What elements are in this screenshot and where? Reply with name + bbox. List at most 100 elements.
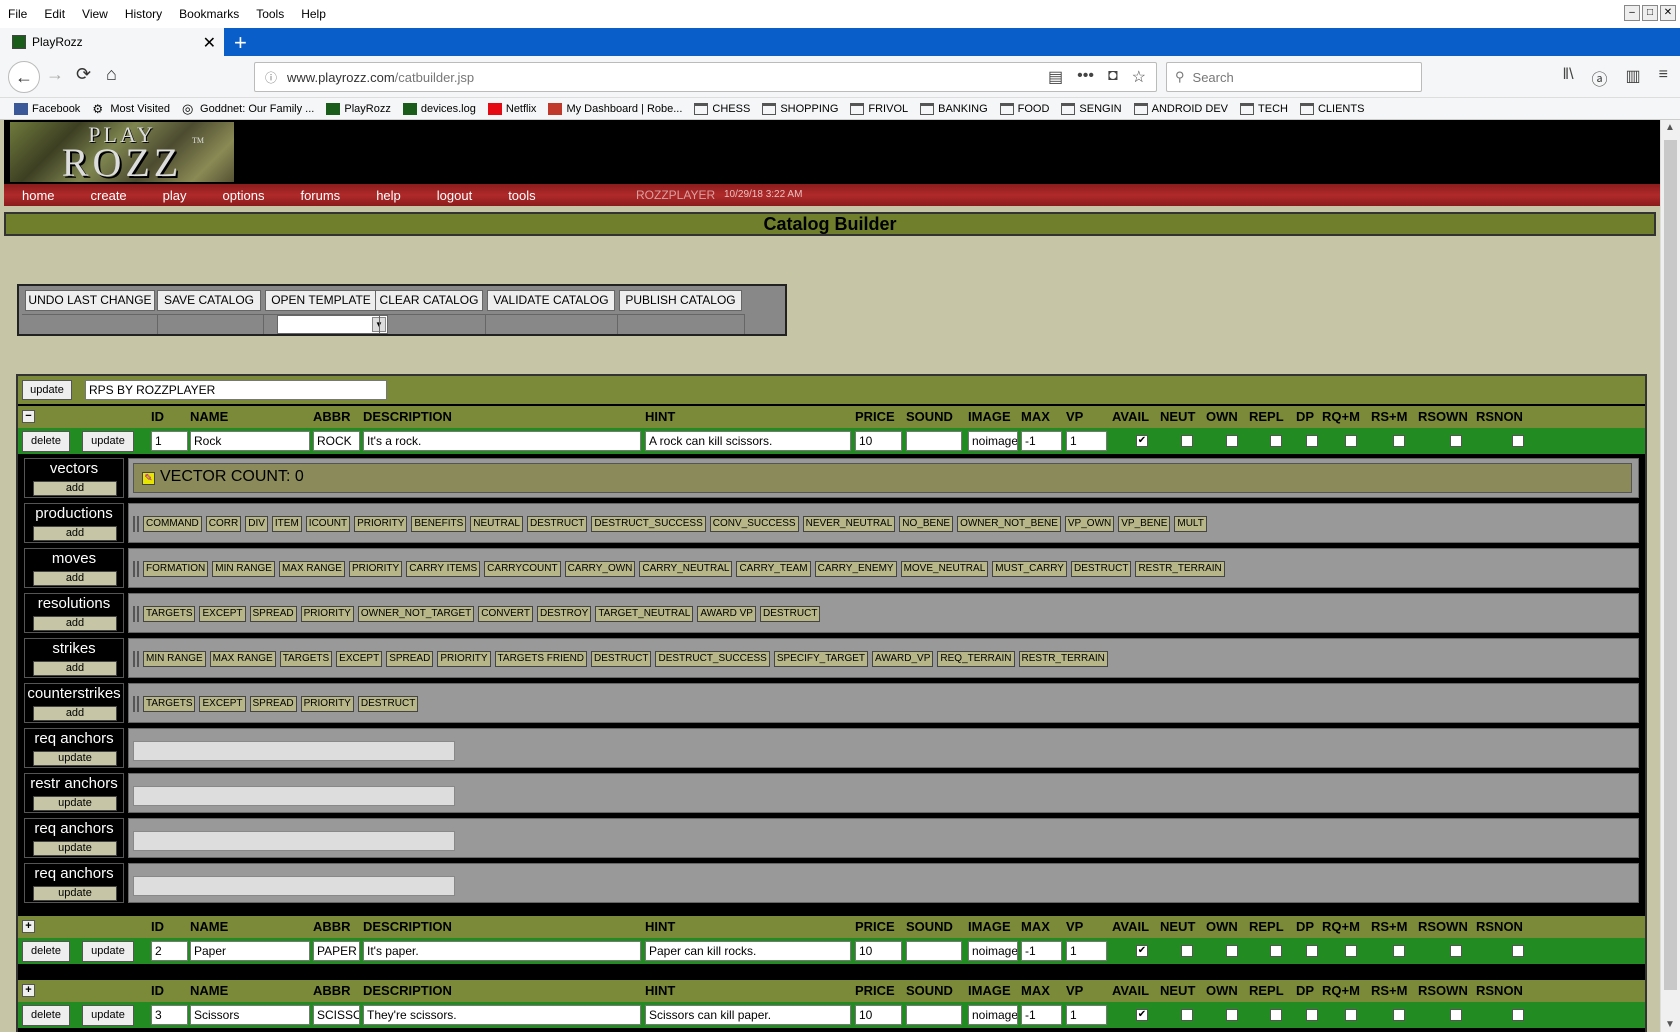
info-icon[interactable]: ⓘ [265, 69, 277, 86]
rsown-checkbox[interactable] [1450, 1009, 1462, 1021]
tag-priority[interactable]: PRIORITY [437, 651, 491, 667]
add-button[interactable]: add [33, 526, 117, 541]
abbr-input[interactable]: PAPER [313, 941, 360, 961]
catalog-name-input[interactable]: RPS BY ROZZPLAYER [85, 380, 387, 400]
bookmark-4[interactable]: devices.log [402, 102, 476, 115]
nav-logout[interactable]: logout [437, 188, 472, 203]
description-input[interactable]: They're scissors. [363, 1005, 641, 1025]
url-bar[interactable]: ⓘ www.playrozz.com/catbuilder.jsp ▤ ••• … [254, 62, 1157, 92]
max-input[interactable]: -1 [1021, 941, 1062, 961]
rq+m-checkbox[interactable] [1345, 1009, 1357, 1021]
vector-icon[interactable]: ✎ [142, 472, 155, 485]
bookmark-12[interactable]: SENGIN [1061, 102, 1122, 115]
bookmark-1[interactable]: ⚙ Most Visited [92, 103, 170, 115]
close-tab-icon[interactable]: ✕ [203, 33, 216, 53]
validate-catalog-button[interactable]: VALIDATE CATALOG [487, 290, 615, 311]
tag-move-neutral[interactable]: MOVE_NEUTRAL [900, 561, 989, 577]
update-button[interactable]: update [33, 796, 117, 811]
nav-tools[interactable]: tools [508, 188, 535, 203]
abbr-input[interactable]: SCISSO [313, 1005, 360, 1025]
dp-checkbox[interactable] [1306, 435, 1318, 447]
tag-targets[interactable]: TARGETS [279, 651, 333, 667]
tag-targets[interactable]: TARGETS [143, 606, 196, 622]
update-button[interactable]: update [33, 841, 117, 856]
tag-destroy[interactable]: DESTROY [536, 606, 592, 622]
tag-convert[interactable]: CONVERT [478, 606, 533, 622]
tag-neutral[interactable]: NEUTRAL [470, 516, 523, 532]
add-button[interactable]: add [33, 481, 117, 496]
id-input[interactable]: 1 [151, 431, 188, 451]
tag-destruct[interactable]: DESTRUCT [1070, 561, 1132, 577]
tag-destruct[interactable]: DESTRUCT [526, 516, 588, 532]
description-input[interactable]: It's a rock. [363, 431, 641, 451]
anchor-input[interactable] [133, 876, 455, 896]
avail-checkbox[interactable]: ✔ [1136, 945, 1148, 957]
neut-checkbox[interactable] [1181, 435, 1193, 447]
abbr-input[interactable]: ROCK [313, 431, 360, 451]
bookmark-7[interactable]: CHESS [694, 102, 750, 115]
update-button[interactable]: update [82, 941, 134, 962]
tag-carry-own[interactable]: CARRY_OWN [564, 561, 636, 577]
drag-handle-icon[interactable] [133, 516, 139, 532]
more-icon[interactable]: ••• [1077, 67, 1094, 87]
save-catalog-button[interactable]: SAVE CATALOG [157, 290, 261, 311]
undo-last-change-button[interactable]: UNDO LAST CHANGE [25, 290, 155, 311]
rsown-checkbox[interactable] [1450, 435, 1462, 447]
back-icon[interactable]: ← [8, 61, 40, 93]
expand-icon[interactable]: + [22, 920, 35, 933]
tag-owner-not-bene[interactable]: OWNER_NOT_BENE [957, 516, 1061, 532]
tag-priority[interactable]: PRIORITY [300, 606, 354, 622]
drag-handle-icon[interactable] [133, 651, 139, 667]
tag-never-neutral[interactable]: NEVER_NEUTRAL [802, 516, 896, 532]
tag-award-vp[interactable]: AWARD_VP [872, 651, 934, 667]
image-input[interactable]: noimage [968, 431, 1018, 451]
menu-view[interactable]: View [80, 5, 110, 23]
bookmark-14[interactable]: TECH [1240, 102, 1288, 115]
rq+m-checkbox[interactable] [1345, 435, 1357, 447]
tag-priority[interactable]: PRIORITY [300, 696, 354, 712]
tag-corr[interactable]: CORR [205, 516, 242, 532]
id-input[interactable]: 3 [151, 1005, 188, 1025]
publish-catalog-button[interactable]: PUBLISH CATALOG [619, 290, 742, 311]
tag-restr-terrain[interactable]: RESTR_TERRAIN [1135, 561, 1225, 577]
tag-no-bene[interactable]: NO_BENE [899, 516, 954, 532]
menu-history[interactable]: History [123, 5, 164, 23]
tag-formation[interactable]: FORMATION [143, 561, 209, 577]
tag-spread[interactable]: SPREAD [249, 696, 297, 712]
id-input[interactable]: 2 [151, 941, 188, 961]
rsown-checkbox[interactable] [1450, 945, 1462, 957]
library-icon[interactable]: ‖\ [1562, 66, 1573, 90]
bookmark-8[interactable]: SHOPPING [762, 102, 838, 115]
image-input[interactable]: noimage [968, 1005, 1018, 1025]
update-button[interactable]: update [33, 751, 117, 766]
name-input[interactable]: Rock [190, 431, 310, 451]
tag-destruct[interactable]: DESTRUCT [357, 696, 419, 712]
tag-owner-not-target[interactable]: OWNER_NOT_TARGET [357, 606, 475, 622]
image-input[interactable]: noimage [968, 941, 1018, 961]
tag-destruct-success[interactable]: DESTRUCT_SUCCESS [591, 516, 706, 532]
tag-div[interactable]: DIV [245, 516, 268, 532]
tag-priority[interactable]: PRIORITY [348, 561, 403, 577]
max-input[interactable]: -1 [1021, 431, 1062, 451]
anchor-input[interactable] [133, 831, 455, 851]
adblock-icon[interactable]: ⓐ [1592, 66, 1608, 90]
clear-catalog-button[interactable]: CLEAR CATALOG [375, 290, 483, 311]
tag-targets[interactable]: TARGETS [143, 696, 196, 712]
add-button[interactable]: add [33, 706, 117, 721]
max-input[interactable]: -1 [1021, 1005, 1062, 1025]
add-button[interactable]: add [33, 661, 117, 676]
menu-bookmarks[interactable]: Bookmarks [177, 5, 241, 23]
hint-input[interactable]: Paper can kill rocks. [645, 941, 851, 961]
tab-playrozz[interactable]: PlayRozz ✕ [0, 28, 224, 56]
vp-input[interactable]: 1 [1066, 1005, 1107, 1025]
avail-checkbox[interactable]: ✔ [1136, 1009, 1148, 1021]
add-button[interactable]: add [33, 616, 117, 631]
nav-home[interactable]: home [22, 188, 55, 203]
scrollbar-thumb[interactable] [1664, 140, 1677, 990]
tag-carry-neutral[interactable]: CARRY_NEUTRAL [639, 561, 733, 577]
bookmark-star-icon[interactable]: ☆ [1132, 67, 1146, 87]
tag-targets-friend[interactable]: TARGETS FRIEND [494, 651, 588, 667]
sound-input[interactable] [906, 1005, 962, 1025]
collapse-icon[interactable]: − [22, 410, 35, 423]
tag-destruct[interactable]: DESTRUCT [759, 606, 821, 622]
